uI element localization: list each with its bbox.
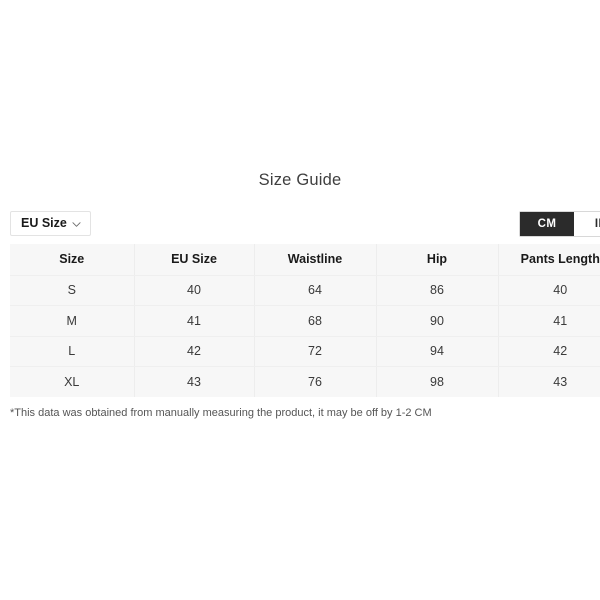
column-header-eu-size: EU Size (134, 244, 255, 276)
cell-size: M (10, 305, 135, 337)
table-row: XL 43 76 98 43 (10, 366, 600, 397)
size-system-dropdown-label: EU Size (21, 216, 67, 231)
cell-waistline: 72 (254, 336, 377, 367)
cell-eu-size: 41 (134, 305, 255, 337)
table-header-row: Size EU Size Waistline Hip Pants Length (10, 244, 600, 276)
size-table: Size EU Size Waistline Hip Pants Length … (10, 244, 600, 397)
cell-hip: 86 (376, 275, 499, 306)
size-table-header: Size EU Size Waistline Hip Pants Length (10, 244, 600, 276)
cell-eu-size: 43 (134, 366, 255, 397)
cell-eu-size: 42 (134, 336, 255, 367)
table-row: M 41 68 90 41 (10, 305, 600, 337)
cell-size: L (10, 336, 135, 367)
cell-waistline: 64 (254, 275, 377, 306)
cell-size: XL (10, 366, 135, 397)
cell-waistline: 76 (254, 366, 377, 397)
cell-eu-size: 40 (134, 275, 255, 306)
cell-size: S (10, 275, 135, 306)
unit-toggle-option-in[interactable]: IN (574, 212, 600, 236)
column-header-waistline: Waistline (254, 244, 377, 276)
cell-pants-length: 42 (498, 336, 600, 367)
cell-pants-length: 41 (498, 305, 600, 337)
cell-hip: 98 (376, 366, 499, 397)
page-title: Size Guide (258, 171, 342, 189)
cell-hip: 90 (376, 305, 499, 337)
cell-waistline: 68 (254, 305, 377, 337)
cell-pants-length: 40 (498, 275, 600, 306)
size-system-dropdown[interactable]: EU Size (10, 211, 91, 236)
size-table-body: S 40 64 86 40 M 41 68 90 41 L 42 72 94 4… (10, 275, 600, 397)
column-header-hip: Hip (376, 244, 499, 276)
unit-toggle-option-cm[interactable]: CM (520, 212, 574, 236)
measurement-disclaimer: *This data was obtained from manually me… (10, 407, 432, 419)
cell-pants-length: 43 (498, 366, 600, 397)
unit-toggle: CM IN (519, 211, 600, 237)
column-header-size: Size (10, 244, 135, 276)
size-table-container: Size EU Size Waistline Hip Pants Length … (10, 244, 600, 397)
chevron-down-icon (72, 220, 81, 229)
table-row: S 40 64 86 40 (10, 275, 600, 306)
size-guide-widget: Size Guide EU Size CM IN Size EU Size Wa… (0, 0, 600, 600)
cell-hip: 94 (376, 336, 499, 367)
column-header-pants-length: Pants Length (498, 244, 600, 276)
table-row: L 42 72 94 42 (10, 336, 600, 367)
size-guide-controls: EU Size CM IN (0, 209, 600, 239)
